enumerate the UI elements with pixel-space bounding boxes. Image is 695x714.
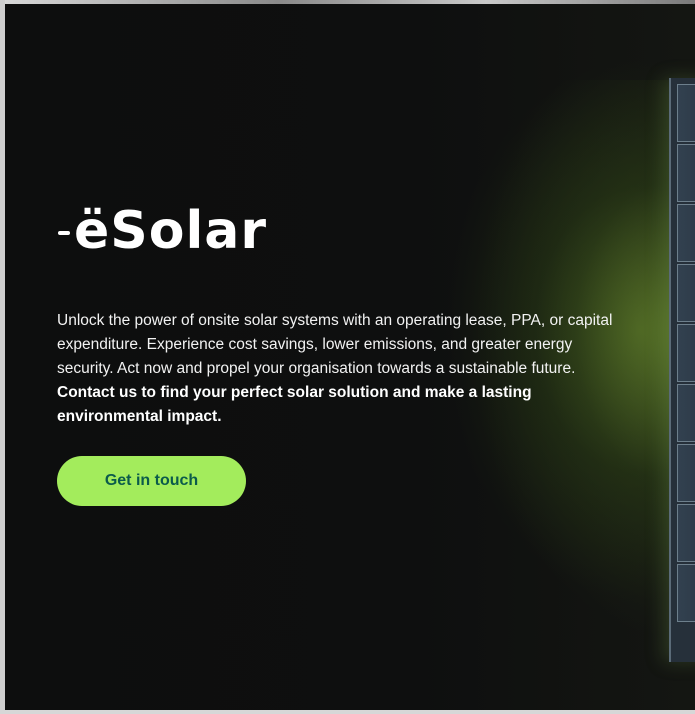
description-text: Unlock the power of onsite solar systems… xyxy=(57,311,613,377)
top-divider xyxy=(0,0,695,4)
solar-cell xyxy=(677,144,695,202)
logo-text: ëSolar xyxy=(74,201,268,261)
get-in-touch-button[interactable]: Get in touch xyxy=(57,456,246,506)
solar-cell xyxy=(677,564,695,622)
solar-cell xyxy=(677,384,695,442)
solar-cell xyxy=(677,504,695,562)
solar-cell xyxy=(677,204,695,262)
description-highlight: Contact us to find your perfect solar so… xyxy=(57,383,532,425)
solar-cell xyxy=(677,324,695,382)
left-border xyxy=(0,0,5,714)
esolar-logo-icon xyxy=(58,231,70,235)
solar-cell xyxy=(677,84,695,142)
solar-cell xyxy=(677,444,695,502)
esolar-logo: ëSolar xyxy=(58,200,267,262)
hero-section: ëSolar Unlock the power of onsite solar … xyxy=(0,0,695,714)
solar-panel-image xyxy=(669,78,695,662)
solar-cell xyxy=(677,264,695,322)
bottom-divider xyxy=(0,710,695,714)
hero-description: Unlock the power of onsite solar systems… xyxy=(57,309,617,429)
